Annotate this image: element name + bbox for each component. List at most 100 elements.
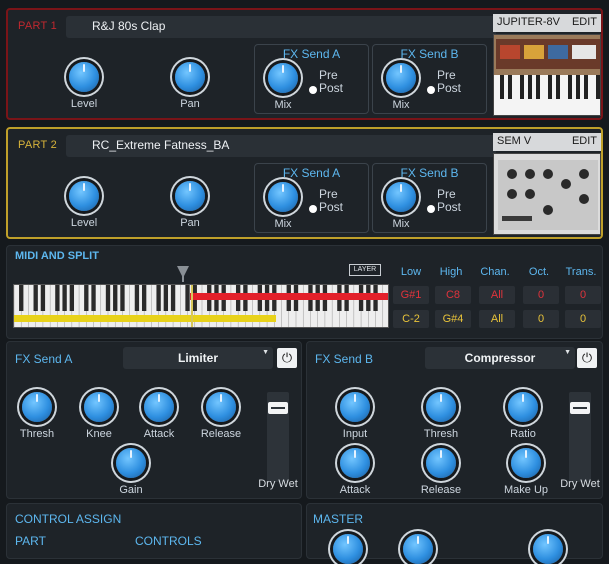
jupiter-synth-image[interactable] bbox=[493, 34, 601, 116]
fx-a-attack-knob[interactable] bbox=[144, 392, 174, 422]
fx-a-attack-control: Attack bbox=[135, 392, 183, 440]
part2-preset-selector[interactable]: RC_Extreme Fatness_BA bbox=[66, 135, 496, 157]
part2-fx-a-mix-knob[interactable] bbox=[268, 182, 298, 212]
midi-header-low: Low bbox=[400, 266, 422, 278]
part2-title: PART 2 bbox=[18, 139, 58, 151]
part1-octave[interactable]: 0 bbox=[523, 286, 559, 304]
part1-low-note[interactable]: G#1 bbox=[393, 286, 429, 304]
fx-a-thresh-label: Thresh bbox=[19, 428, 55, 440]
part2-high-note[interactable]: G#4 bbox=[435, 310, 471, 328]
part1-fx-a-mix-label: Mix bbox=[274, 99, 292, 111]
part1-fx-b-mix-label: Mix bbox=[392, 99, 410, 111]
fx-b-ratio-knob[interactable] bbox=[508, 392, 538, 422]
part1-high-note[interactable]: C8 bbox=[435, 286, 471, 304]
fx-b-release-knob[interactable] bbox=[426, 448, 456, 478]
fx-b-makeup-label: Make Up bbox=[503, 484, 549, 496]
part2-transpose[interactable]: 0 bbox=[565, 310, 601, 328]
fx-a-thresh-knob[interactable] bbox=[22, 392, 52, 422]
part1-fx-a-title: FX Send A bbox=[282, 47, 341, 61]
fx-send-b-panel: FX Send B Compressor ▼ ⏻ Input Thresh Ra… bbox=[306, 341, 603, 499]
fx-b-drywet-slider[interactable] bbox=[569, 392, 591, 482]
part1-transpose[interactable]: 0 bbox=[565, 286, 601, 304]
part2-fx-send-a: FX Send A Mix Pre Post bbox=[254, 163, 369, 233]
part2-synth-name: SEM V bbox=[497, 135, 532, 147]
master-knob-3[interactable] bbox=[533, 534, 563, 564]
part1-fx-a-prepost-toggle[interactable]: Pre Post bbox=[309, 69, 344, 95]
fx-a-knee-knob[interactable] bbox=[84, 392, 114, 422]
part1-fx-b-mix-knob[interactable] bbox=[386, 63, 416, 93]
layer-button[interactable]: LAYER bbox=[349, 264, 381, 276]
fx-b-attack-label: Attack bbox=[339, 484, 371, 496]
control-assign-panel: CONTROL ASSIGN PART CONTROLS bbox=[6, 503, 302, 559]
fx-a-gain-control: Gain bbox=[107, 448, 155, 496]
midi-header-trans: Trans. bbox=[565, 266, 597, 278]
part1-level-knob[interactable] bbox=[69, 62, 99, 92]
fx-b-makeup-control: Make Up bbox=[499, 448, 553, 496]
part2-fx-send-b: FX Send B Mix Pre Post bbox=[372, 163, 487, 233]
power-icon: ⏻ bbox=[281, 350, 293, 365]
part2-pan-knob[interactable] bbox=[175, 181, 205, 211]
fx-b-drywet-handle[interactable] bbox=[570, 402, 590, 414]
part1-pan-control: Pan bbox=[166, 62, 214, 110]
part2-fx-a-prepost-toggle[interactable]: Pre Post bbox=[309, 188, 343, 214]
fx-b-makeup-knob[interactable] bbox=[511, 448, 541, 478]
part2-low-note[interactable]: C-2 bbox=[393, 310, 429, 328]
fx-b-effect-dropdown[interactable]: Compressor ▼ bbox=[425, 347, 575, 369]
midi-header-chan: Chan. bbox=[480, 266, 510, 278]
part2-pan-label: Pan bbox=[180, 217, 200, 229]
part1-pan-label: Pan bbox=[180, 98, 200, 110]
fx-a-knee-control: Knee bbox=[75, 392, 123, 440]
fx-send-b-title: FX Send B bbox=[315, 352, 374, 366]
fx-b-release-label: Release bbox=[420, 484, 462, 496]
fx-b-input-knob[interactable] bbox=[340, 392, 370, 422]
part1-fx-a-post-label: Post bbox=[319, 81, 344, 95]
fx-a-release-knob[interactable] bbox=[206, 392, 236, 422]
part2-fx-a-mix-label: Mix bbox=[274, 218, 292, 230]
part2-level-label: Level bbox=[70, 217, 98, 229]
part1-fx-b-title: FX Send B bbox=[400, 47, 459, 61]
part2-panel: PART 2 RC_Extreme Fatness_BA SEM V EDIT … bbox=[6, 127, 603, 239]
part1-pan-knob[interactable] bbox=[175, 62, 205, 92]
fx-b-thresh-label: Thresh bbox=[423, 428, 459, 440]
fx-a-power-button[interactable]: ⏻ bbox=[277, 348, 297, 368]
part2-channel[interactable]: All bbox=[479, 310, 515, 328]
part1-fx-b-mix-control: Mix bbox=[377, 63, 425, 111]
fx-b-thresh-control: Thresh bbox=[417, 392, 465, 440]
part1-fx-a-post-indicator bbox=[309, 86, 317, 94]
master-knob-1[interactable] bbox=[333, 534, 363, 564]
chevron-down-icon: ▼ bbox=[262, 349, 269, 356]
fx-a-effect-name: Limiter bbox=[177, 351, 218, 365]
fx-a-drywet-slider[interactable] bbox=[267, 392, 289, 482]
part1-fx-b-prepost-toggle[interactable]: Pre Post bbox=[427, 69, 461, 95]
part1-preset-selector[interactable]: R&J 80s Clap bbox=[66, 16, 496, 38]
fx-b-ratio-control: Ratio bbox=[499, 392, 547, 440]
fx-b-attack-knob[interactable] bbox=[340, 448, 370, 478]
part1-level-control: Level bbox=[60, 62, 108, 110]
fx-b-thresh-knob[interactable] bbox=[426, 392, 456, 422]
fx-a-effect-dropdown[interactable]: Limiter ▼ bbox=[123, 347, 273, 369]
part2-level-control: Level bbox=[60, 181, 108, 229]
sem-synth-image[interactable] bbox=[493, 153, 601, 235]
part2-octave[interactable]: 0 bbox=[523, 310, 559, 328]
part2-fx-b-mix-knob[interactable] bbox=[386, 182, 416, 212]
keyboard-range-display[interactable] bbox=[13, 284, 389, 328]
part2-fx-b-prepost-toggle[interactable]: Pre Post bbox=[427, 188, 461, 214]
fx-a-gain-knob[interactable] bbox=[116, 448, 146, 478]
control-assign-title: CONTROL ASSIGN bbox=[15, 512, 122, 526]
split-point-marker-icon[interactable] bbox=[177, 266, 189, 282]
fx-b-power-button[interactable]: ⏻ bbox=[577, 348, 597, 368]
master-knob-2[interactable] bbox=[403, 534, 433, 564]
part2-fx-b-mix-control: Mix bbox=[377, 182, 425, 230]
part1-fx-a-mix-knob[interactable] bbox=[268, 63, 298, 93]
fx-b-input-label: Input bbox=[342, 428, 368, 440]
part1-edit-button[interactable]: EDIT bbox=[572, 16, 597, 30]
master-title: MASTER bbox=[313, 512, 364, 526]
fx-b-attack-control: Attack bbox=[331, 448, 379, 496]
part2-fx-a-title: FX Send A bbox=[282, 166, 341, 180]
part2-edit-button[interactable]: EDIT bbox=[572, 135, 597, 149]
part1-channel[interactable]: All bbox=[479, 286, 515, 304]
part2-level-knob[interactable] bbox=[69, 181, 99, 211]
part1-fx-a-mix-control: Mix bbox=[259, 63, 307, 111]
fx-b-ratio-label: Ratio bbox=[510, 428, 536, 440]
fx-a-drywet-handle[interactable] bbox=[268, 402, 288, 414]
